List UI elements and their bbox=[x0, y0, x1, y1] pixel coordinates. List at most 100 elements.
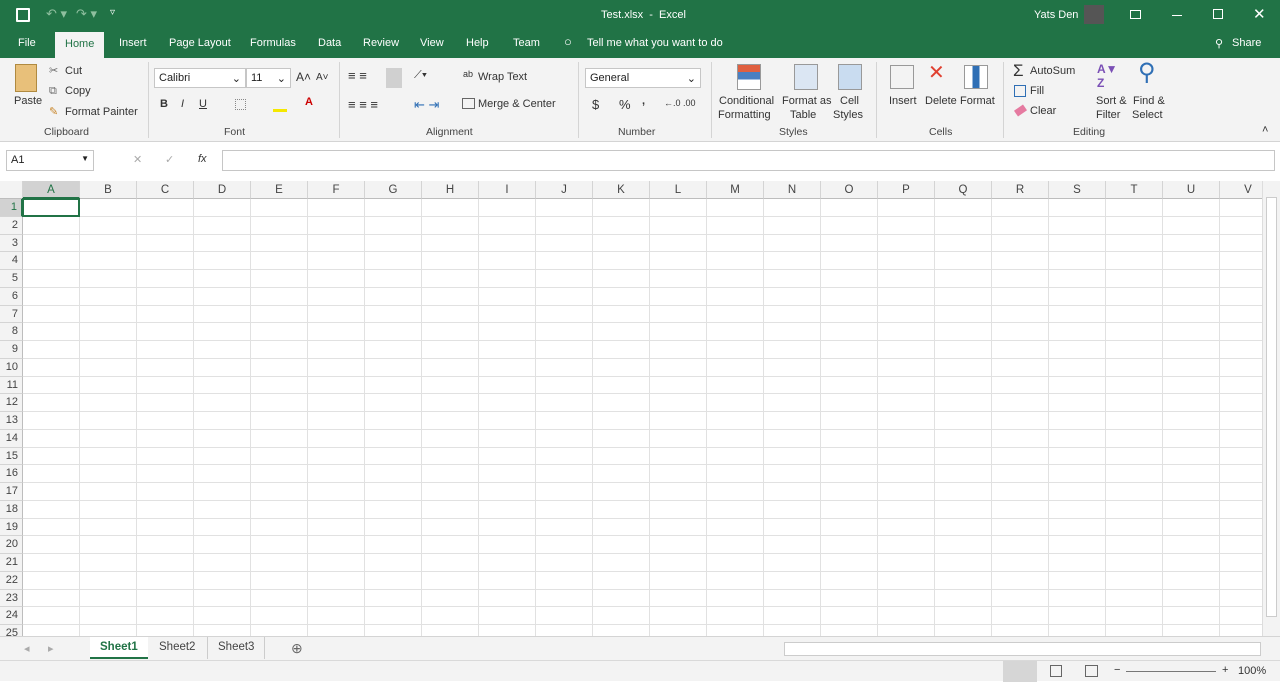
indent-icons[interactable]: ⇤ ⇥ bbox=[414, 97, 439, 113]
redo-icon[interactable]: ↷ ▾ bbox=[76, 6, 97, 22]
share-button[interactable]: Share bbox=[1232, 37, 1261, 49]
column-header[interactable]: R bbox=[992, 181, 1049, 199]
zoom-in-icon[interactable]: + bbox=[1222, 664, 1228, 676]
row-header[interactable]: 17 bbox=[0, 483, 23, 501]
column-header[interactable]: T bbox=[1106, 181, 1163, 199]
row-header[interactable]: 2 bbox=[0, 216, 23, 235]
percent-button[interactable]: % bbox=[619, 97, 631, 112]
comma-button[interactable]: , bbox=[642, 95, 645, 107]
sort-filter-button[interactable]: Sort & bbox=[1096, 95, 1127, 107]
row-header[interactable]: 12 bbox=[0, 394, 23, 412]
row-header[interactable]: 10 bbox=[0, 358, 23, 377]
name-box[interactable]: A1 ▼ bbox=[6, 150, 94, 171]
tab-page-layout[interactable]: Page Layout bbox=[169, 37, 231, 49]
paste-button[interactable]: Paste bbox=[14, 95, 42, 107]
minimize-icon[interactable] bbox=[1172, 15, 1182, 16]
conditional-formatting-button[interactable]: Conditional bbox=[719, 95, 774, 107]
autosum-button[interactable]: AutoSum bbox=[1030, 65, 1075, 77]
row-header[interactable]: 9 bbox=[0, 341, 23, 359]
column-header[interactable]: Q bbox=[935, 181, 992, 199]
column-header[interactable]: K bbox=[593, 181, 650, 199]
ribbon-display-options-icon[interactable] bbox=[1130, 10, 1141, 19]
user-name[interactable]: Yats Den bbox=[1034, 9, 1078, 21]
tab-data[interactable]: Data bbox=[318, 37, 341, 49]
column-header[interactable]: H bbox=[422, 181, 479, 199]
close-icon[interactable]: ✕ bbox=[1253, 5, 1266, 23]
paste-icon[interactable] bbox=[15, 64, 37, 92]
tab-insert[interactable]: Insert bbox=[119, 37, 147, 49]
tab-formulas[interactable]: Formulas bbox=[250, 37, 296, 49]
row-header[interactable]: 1 bbox=[0, 199, 23, 217]
new-sheet-icon[interactable]: ⊕ bbox=[291, 640, 303, 657]
format-painter-button[interactable]: Format Painter bbox=[65, 106, 138, 118]
column-header[interactable]: M bbox=[707, 181, 764, 199]
fill-button[interactable]: Fill bbox=[1030, 85, 1044, 97]
format-as-table-label[interactable]: Table bbox=[790, 109, 816, 121]
avatar[interactable] bbox=[1084, 5, 1104, 24]
row-header[interactable]: 3 bbox=[0, 234, 23, 253]
column-header[interactable]: C bbox=[137, 181, 194, 199]
align-top-icon[interactable]: ≡ ≡ bbox=[348, 68, 367, 83]
normal-view-icon[interactable] bbox=[1003, 661, 1037, 682]
column-header[interactable]: A bbox=[23, 181, 80, 199]
sheet-tab-sheet1[interactable]: Sheet1 bbox=[90, 637, 148, 659]
decimal-increase-decrease-icons[interactable]: ←.0 .00 bbox=[664, 98, 696, 108]
row-header[interactable]: 20 bbox=[0, 536, 23, 554]
sheet-tab-sheet2[interactable]: Sheet2 bbox=[149, 637, 205, 659]
tab-review[interactable]: Review bbox=[363, 37, 399, 49]
row-header[interactable]: 25 bbox=[0, 625, 23, 636]
column-header[interactable]: J bbox=[536, 181, 593, 199]
column-header[interactable]: F bbox=[308, 181, 365, 199]
row-header[interactable]: 5 bbox=[0, 270, 23, 288]
column-header[interactable]: S bbox=[1049, 181, 1106, 199]
currency-button[interactable]: $ bbox=[592, 97, 599, 112]
row-header[interactable]: 22 bbox=[0, 571, 23, 590]
enter-icon[interactable]: ✓ bbox=[165, 153, 174, 166]
cell-styles-label[interactable]: Styles bbox=[833, 109, 863, 121]
column-header[interactable]: B bbox=[80, 181, 137, 199]
column-header[interactable]: P bbox=[878, 181, 935, 199]
row-header[interactable]: 6 bbox=[0, 287, 23, 306]
save-icon[interactable] bbox=[16, 8, 30, 22]
align-left-center-right-icons[interactable]: ≡ ≡ ≡ bbox=[348, 97, 378, 112]
tab-help[interactable]: Help bbox=[466, 37, 489, 49]
row-header[interactable]: 21 bbox=[0, 554, 23, 572]
row-header[interactable]: 18 bbox=[0, 500, 23, 519]
share-icon[interactable]: ⚲ bbox=[1215, 37, 1223, 50]
merge-center-button[interactable]: Merge & Center bbox=[478, 98, 556, 110]
column-header[interactable]: V bbox=[1220, 181, 1262, 199]
column-header[interactable]: O bbox=[821, 181, 878, 199]
copy-button[interactable]: Copy bbox=[65, 85, 91, 97]
column-header[interactable]: I bbox=[479, 181, 536, 199]
column-header[interactable]: N bbox=[764, 181, 821, 199]
tab-file[interactable]: File bbox=[18, 37, 36, 49]
prev-sheet-icon[interactable]: ◂ bbox=[24, 642, 30, 655]
sheet-tab-sheet3[interactable]: Sheet3 bbox=[207, 637, 266, 659]
formula-input[interactable] bbox=[222, 150, 1275, 171]
format-as-table-button[interactable]: Format as bbox=[782, 95, 832, 107]
column-header[interactable]: U bbox=[1163, 181, 1220, 199]
next-sheet-icon[interactable]: ▸ bbox=[48, 642, 54, 655]
page-break-view-icon[interactable] bbox=[1085, 665, 1098, 677]
increase-font-size-icon[interactable]: A˄ bbox=[296, 70, 311, 84]
row-header[interactable]: 13 bbox=[0, 412, 23, 430]
tab-home[interactable]: Home bbox=[55, 32, 105, 58]
bold-button[interactable]: B bbox=[160, 98, 168, 110]
conditional-formatting-label[interactable]: Formatting bbox=[718, 109, 771, 121]
undo-icon[interactable]: ↶ ▾ bbox=[46, 6, 67, 22]
horizontal-scrollbar[interactable] bbox=[784, 642, 1261, 656]
column-header[interactable]: L bbox=[650, 181, 707, 199]
borders-icon[interactable] bbox=[235, 99, 246, 110]
fill-color-icon[interactable] bbox=[273, 109, 287, 112]
selected-cell-a1[interactable] bbox=[22, 198, 80, 217]
vertical-scrollbar[interactable] bbox=[1262, 181, 1280, 636]
row-header[interactable]: 24 bbox=[0, 607, 23, 625]
zoom-slider[interactable] bbox=[1126, 671, 1216, 672]
column-header[interactable]: E bbox=[251, 181, 308, 199]
insert-cells-button[interactable]: Insert bbox=[889, 95, 917, 107]
font-name-select[interactable]: Calibri ⌄ bbox=[154, 68, 246, 88]
zoom-out-icon[interactable]: − bbox=[1114, 664, 1120, 676]
customize-qat-icon[interactable]: ▿ bbox=[110, 7, 115, 18]
row-header[interactable]: 14 bbox=[0, 429, 23, 448]
tab-team[interactable]: Team bbox=[513, 37, 540, 49]
